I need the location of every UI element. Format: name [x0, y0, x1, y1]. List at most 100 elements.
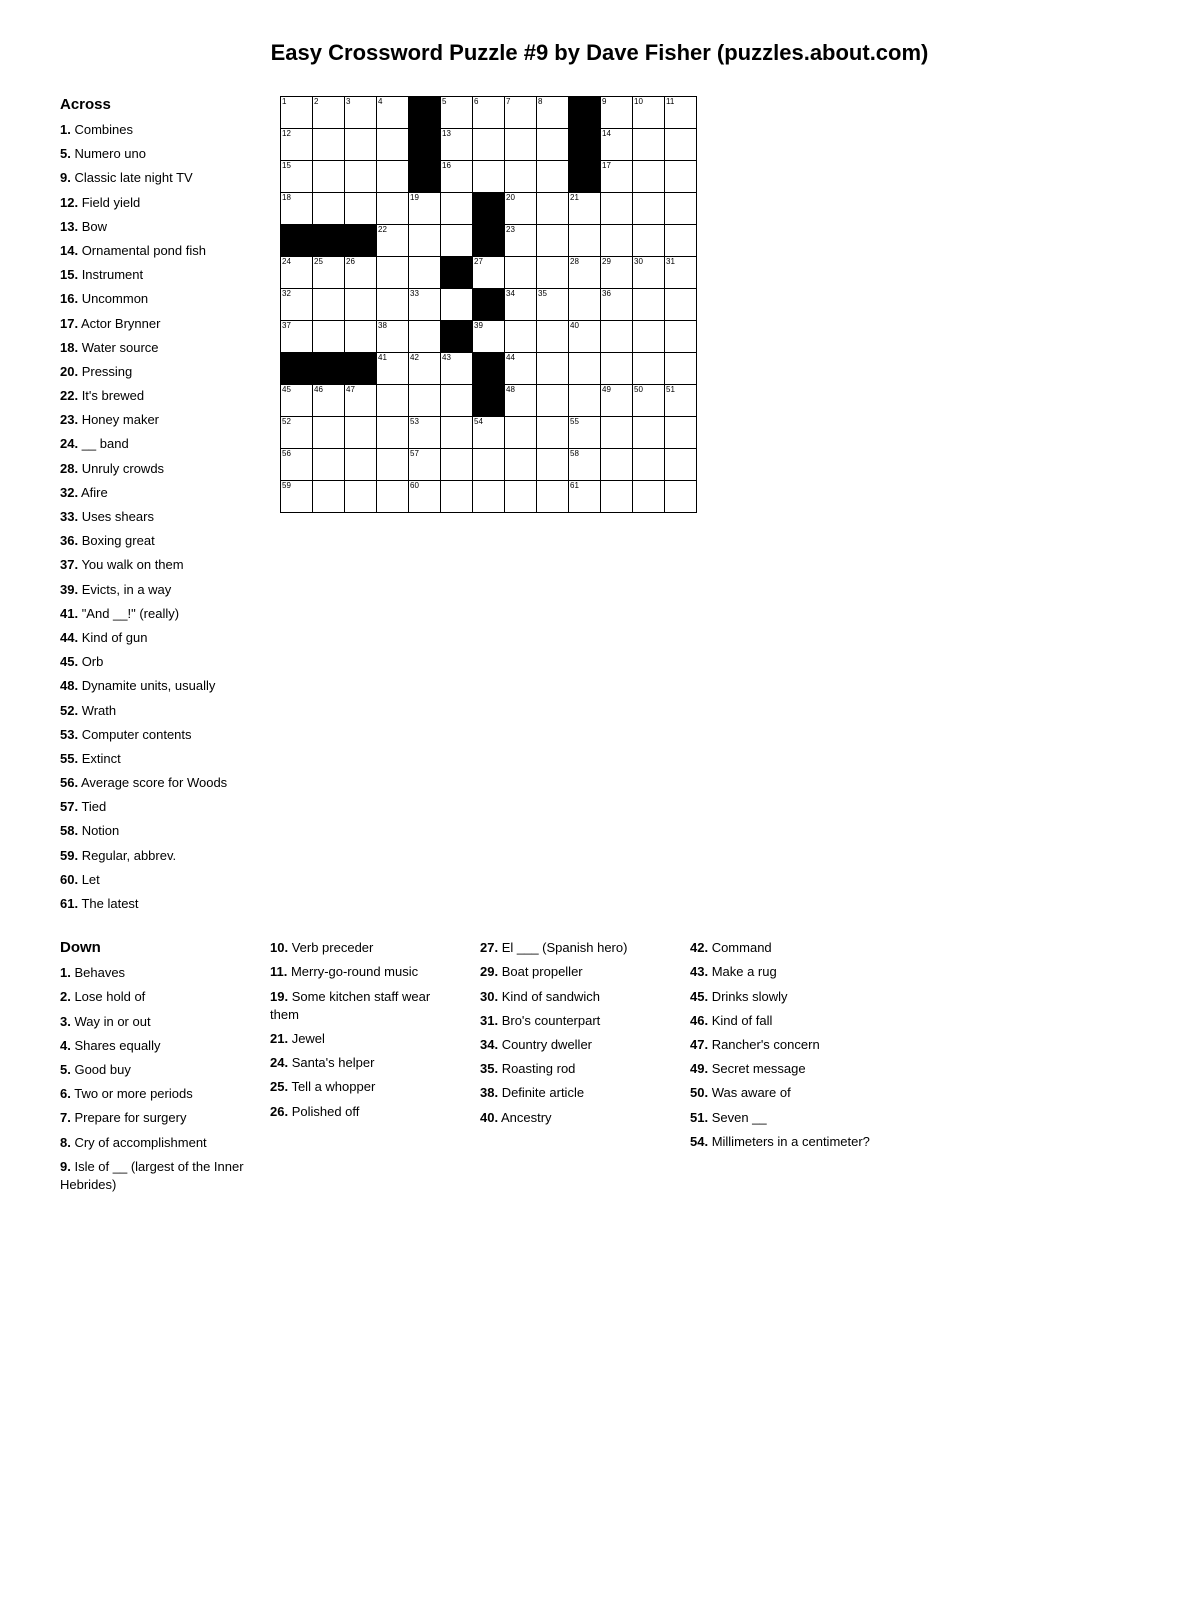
grid-cell: 12: [281, 129, 313, 161]
bottom-clues-area: Down 1. Behaves2. Lose hold of3. Way in …: [60, 939, 1139, 1200]
across-clue-item: 18. Water source: [60, 339, 260, 357]
grid-cell: 5: [441, 97, 473, 129]
clue-item: 42. Command: [690, 939, 880, 957]
grid-cell: 44: [505, 353, 537, 385]
grid-cell: [377, 385, 409, 417]
grid-cell: [473, 193, 505, 225]
clue-item: 50. Was aware of: [690, 1084, 880, 1102]
grid-cell: [281, 353, 313, 385]
grid-cell: [377, 449, 409, 481]
grid-cell: [569, 129, 601, 161]
down-clues-col4: 42. Command43. Make a rug45. Drinks slow…: [690, 939, 890, 1200]
clue-item: 5. Good buy: [60, 1061, 250, 1079]
grid-cell: [441, 193, 473, 225]
across-clue-item: 28. Unruly crowds: [60, 460, 260, 478]
grid-cell: 21: [569, 193, 601, 225]
grid-cell: 28: [569, 257, 601, 289]
across-clue-item: 33. Uses shears: [60, 508, 260, 526]
grid-cell: [601, 353, 633, 385]
across-clue-item: 17. Actor Brynner: [60, 315, 260, 333]
grid-cell: [441, 225, 473, 257]
grid-cell: [665, 481, 697, 513]
across-clue-item: 59. Regular, abbrev.: [60, 847, 260, 865]
across-clue-item: 20. Pressing: [60, 363, 260, 381]
grid-cell: [569, 161, 601, 193]
grid-cell: 39: [473, 321, 505, 353]
grid-cell: [537, 385, 569, 417]
across-clue-item: 15. Instrument: [60, 266, 260, 284]
grid-cell: 56: [281, 449, 313, 481]
grid-cell: 38: [377, 321, 409, 353]
grid-cell: [409, 321, 441, 353]
grid-cell: 16: [441, 161, 473, 193]
grid-cell: [505, 321, 537, 353]
grid-cell: [441, 417, 473, 449]
grid-cell: [473, 225, 505, 257]
across-clue-item: 60. Let: [60, 871, 260, 889]
clue-item: 38. Definite article: [480, 1084, 670, 1102]
grid-cell: [665, 193, 697, 225]
grid-cell: [313, 289, 345, 321]
grid-cell: [345, 417, 377, 449]
grid-cell: [377, 417, 409, 449]
grid-cell: [377, 481, 409, 513]
grid-cell: [505, 129, 537, 161]
grid-cell: 51: [665, 385, 697, 417]
grid-cell: [665, 353, 697, 385]
grid-cell: [345, 193, 377, 225]
clue-item: 8. Cry of accomplishment: [60, 1134, 250, 1152]
grid-cell: [601, 417, 633, 449]
across-clue-item: 9. Classic late night TV: [60, 169, 260, 187]
grid-cell: 30: [633, 257, 665, 289]
grid-cell: [281, 225, 313, 257]
grid-cell: [473, 449, 505, 481]
crossword-table: 1234567891011121314151617181920212223242…: [280, 96, 697, 513]
across-clue-item: 57. Tied: [60, 798, 260, 816]
grid-cell: [473, 129, 505, 161]
clue-item: 54. Millimeters in a centimeter?: [690, 1133, 880, 1151]
grid-cell: [505, 449, 537, 481]
clue-item: 30. Kind of sandwich: [480, 988, 670, 1006]
across-clue-item: 56. Average score for Woods: [60, 774, 260, 792]
grid-cell: 58: [569, 449, 601, 481]
grid-cell: [313, 321, 345, 353]
across-clue-item: 41. "And __!" (really): [60, 605, 260, 623]
grid-cell: 33: [409, 289, 441, 321]
grid-cell: [505, 257, 537, 289]
grid-cell: 8: [537, 97, 569, 129]
grid-cell: 11: [665, 97, 697, 129]
across-label: Across: [60, 96, 260, 113]
grid-cell: [537, 417, 569, 449]
grid-cell: [569, 225, 601, 257]
grid-cell: 29: [601, 257, 633, 289]
clue-item: 7. Prepare for surgery: [60, 1109, 250, 1127]
grid-cell: 59: [281, 481, 313, 513]
grid-cell: [409, 129, 441, 161]
grid-cell: [345, 449, 377, 481]
clue-item: 9. Isle of __ (largest of the Inner Hebr…: [60, 1158, 250, 1194]
across-clue-item: 1. Combines: [60, 121, 260, 139]
grid-cell: 18: [281, 193, 313, 225]
grid-cell: [537, 353, 569, 385]
grid-cell: [441, 257, 473, 289]
grid-cell: 61: [569, 481, 601, 513]
across-clue-item: 36. Boxing great: [60, 532, 260, 550]
grid-cell: 13: [441, 129, 473, 161]
grid-cell: [441, 481, 473, 513]
grid-cell: 32: [281, 289, 313, 321]
grid-cell: [665, 289, 697, 321]
grid-cell: [313, 193, 345, 225]
across-clue-item: 53. Computer contents: [60, 726, 260, 744]
grid-cell: 43: [441, 353, 473, 385]
clue-item: 47. Rancher's concern: [690, 1036, 880, 1054]
grid-cell: [345, 289, 377, 321]
across-clue-item: 37. You walk on them: [60, 556, 260, 574]
grid-cell: 42: [409, 353, 441, 385]
grid-cell: 37: [281, 321, 313, 353]
grid-cell: 19: [409, 193, 441, 225]
grid-cell: [601, 193, 633, 225]
grid-cell: [665, 161, 697, 193]
grid-cell: [537, 129, 569, 161]
clue-item: 51. Seven __: [690, 1109, 880, 1127]
grid-cell: [665, 321, 697, 353]
